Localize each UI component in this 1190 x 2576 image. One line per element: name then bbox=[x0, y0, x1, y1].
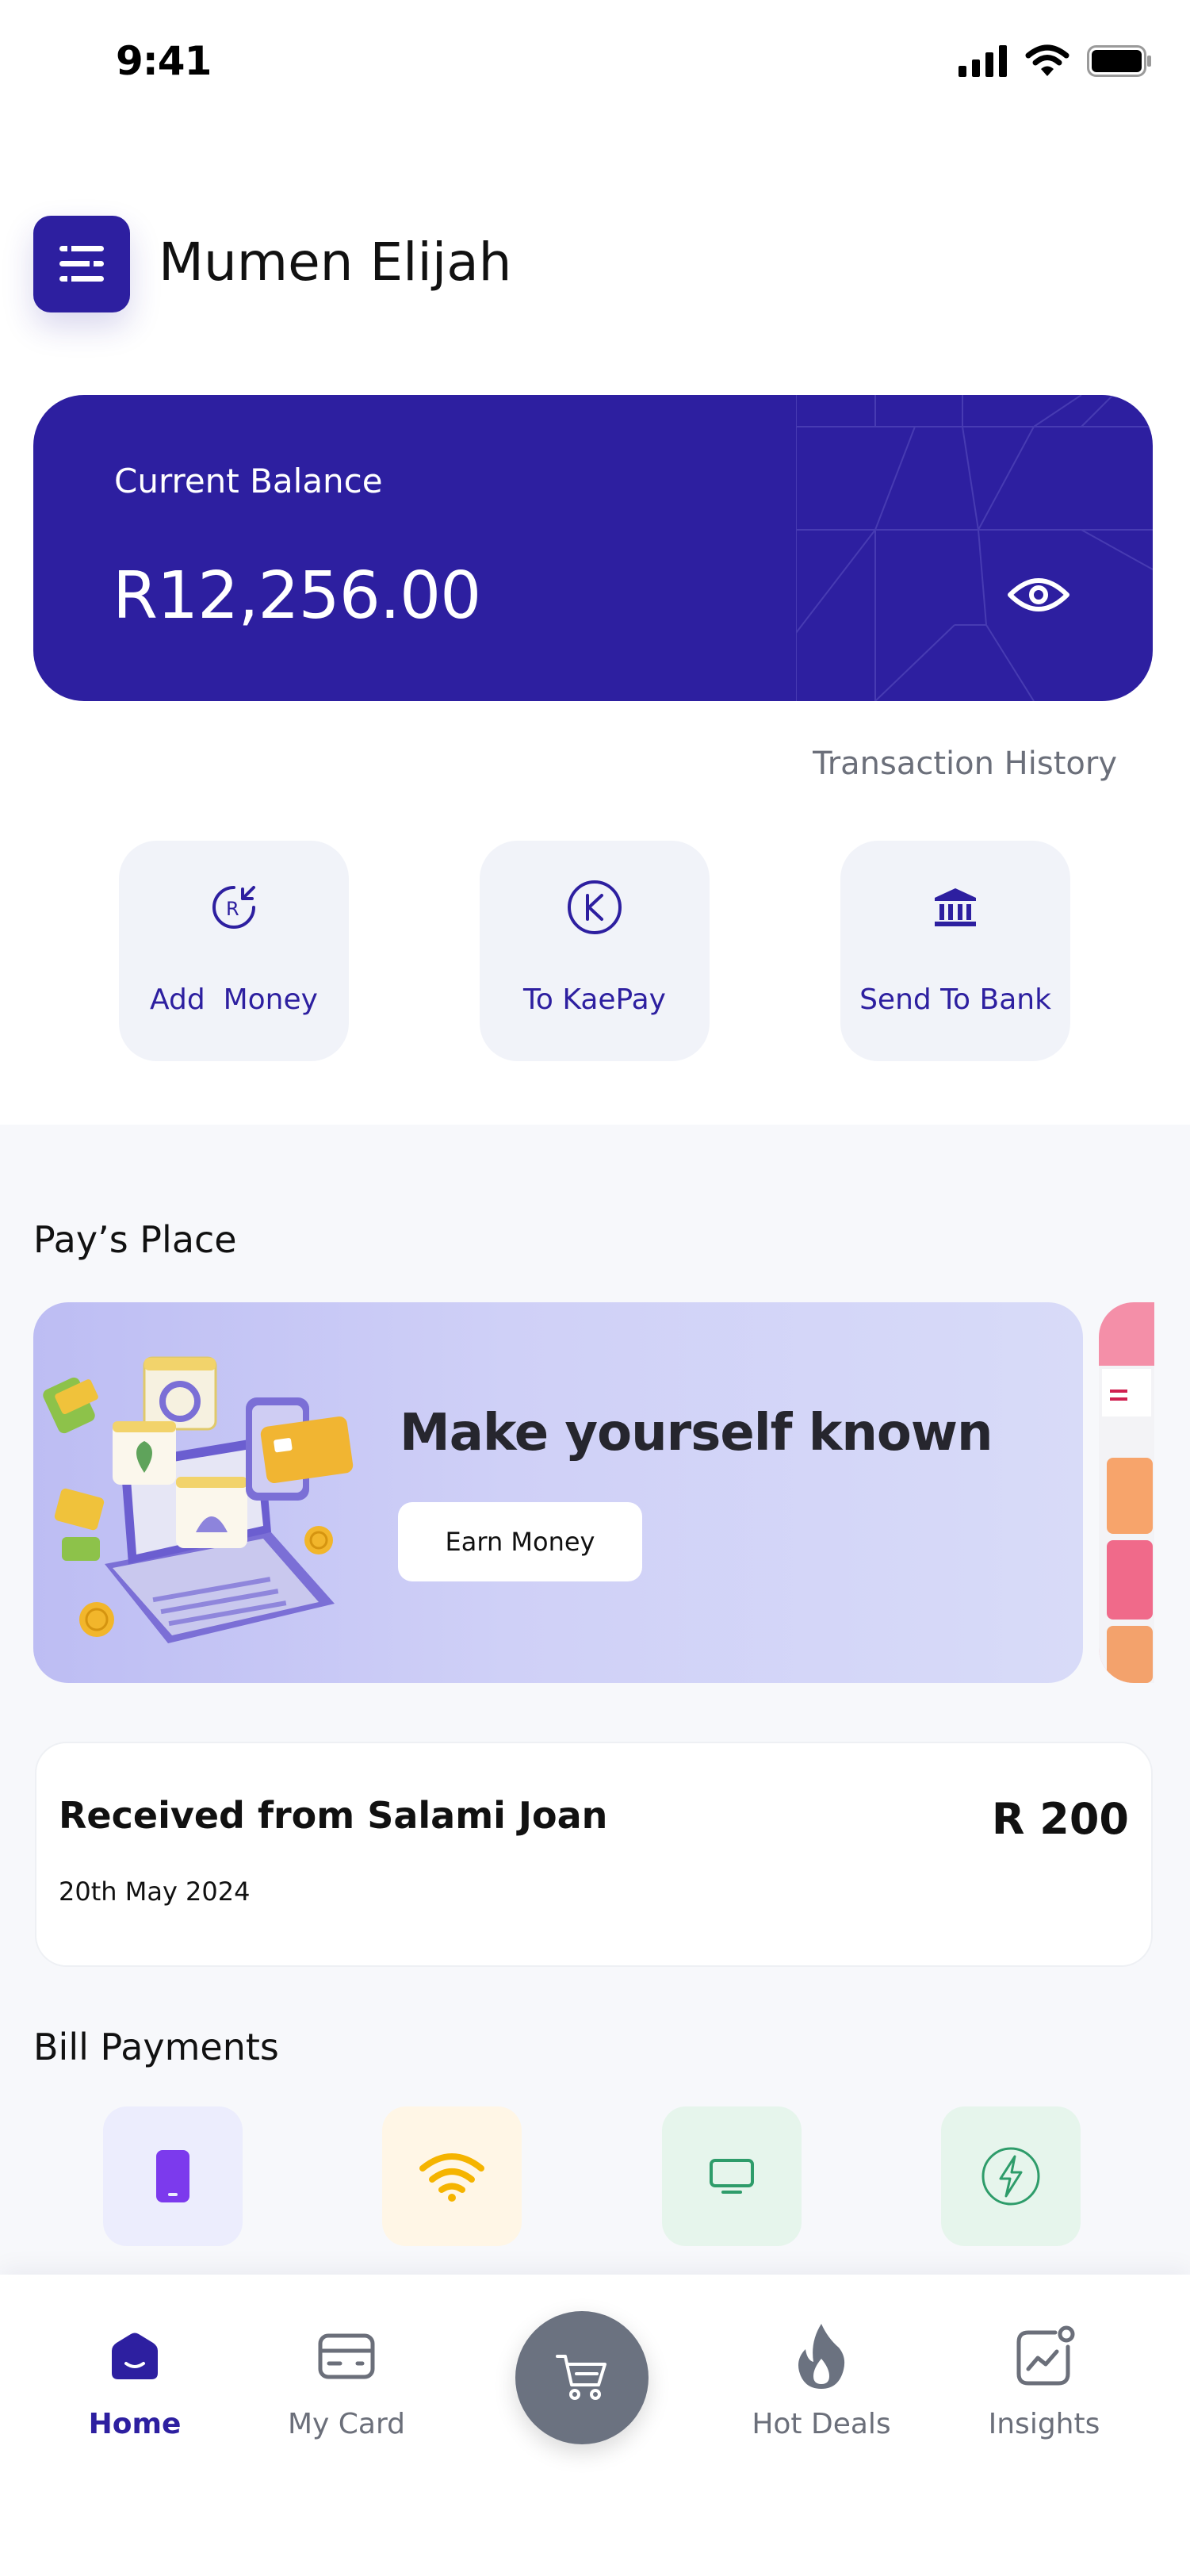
nav-hot-deals[interactable]: Hot Deals bbox=[730, 2321, 913, 2463]
bill-payments-title: Bill Payments bbox=[33, 2026, 279, 2068]
bill-internet-button[interactable] bbox=[382, 2106, 522, 2246]
nav-home[interactable]: Home bbox=[44, 2321, 226, 2463]
promo-banner-next[interactable] bbox=[1099, 1302, 1154, 1683]
eye-icon[interactable] bbox=[1007, 571, 1070, 619]
home-icon bbox=[99, 2321, 170, 2392]
nav-my-card-label: My Card bbox=[287, 2408, 406, 2440]
transaction-title: Received from Salami Joan bbox=[59, 1794, 608, 1837]
status-time: 9:41 bbox=[116, 38, 212, 84]
send-to-bank-button[interactable]: Send To Bank bbox=[840, 841, 1070, 1061]
nav-insights[interactable]: Insights bbox=[953, 2321, 1135, 2463]
bank-icon bbox=[924, 876, 987, 939]
wifi-icon bbox=[419, 2153, 484, 2202]
signal-icon bbox=[959, 45, 1007, 77]
content-section bbox=[0, 1125, 1190, 2275]
to-kaepay-button[interactable]: To KaePay bbox=[480, 841, 710, 1061]
balance-card: Current Balance R12,256.00 bbox=[33, 395, 1153, 701]
laptop-illustration bbox=[43, 1356, 354, 1643]
user-name: Mumen Elijah bbox=[159, 232, 512, 293]
phone-icon bbox=[156, 2150, 189, 2202]
earn-money-button[interactable]: Earn Money bbox=[398, 1502, 642, 1581]
cart-icon bbox=[556, 2355, 606, 2400]
bill-airtime-button[interactable] bbox=[103, 2106, 243, 2246]
promo-next-preview bbox=[1099, 1302, 1154, 1683]
nav-my-card[interactable]: My Card bbox=[255, 2321, 438, 2463]
electricity-icon bbox=[981, 2147, 1040, 2206]
promo-banner[interactable]: Make yourself known Earn Money bbox=[33, 1302, 1083, 1683]
tv-icon bbox=[710, 2159, 754, 2194]
send-to-bank-label: Send To Bank bbox=[859, 983, 1051, 1016]
bill-tv-button[interactable] bbox=[662, 2106, 802, 2246]
add-money-button[interactable]: R Add Money bbox=[119, 841, 349, 1061]
transaction-amount: R 200 bbox=[991, 1794, 1129, 1844]
cart-button[interactable] bbox=[515, 2311, 649, 2444]
recent-transaction-card[interactable]: Received from Salami Joan R 200 20th May… bbox=[35, 1742, 1153, 1967]
nav-home-label: Home bbox=[88, 2408, 182, 2440]
balance-label: Current Balance bbox=[114, 462, 383, 500]
menu-button[interactable] bbox=[33, 216, 130, 312]
battery-icon bbox=[1087, 45, 1151, 77]
nav-insights-label: Insights bbox=[988, 2408, 1100, 2440]
pays-place-title: Pay’s Place bbox=[33, 1218, 237, 1261]
status-icons bbox=[959, 44, 1152, 78]
bill-electricity-button[interactable] bbox=[941, 2106, 1081, 2246]
add-money-label: Add Money bbox=[150, 983, 318, 1016]
balance-amount: R12,256.00 bbox=[113, 558, 481, 634]
svg-text:R: R bbox=[226, 898, 239, 920]
to-kaepay-label: To KaePay bbox=[523, 983, 666, 1016]
transaction-date: 20th May 2024 bbox=[59, 1876, 251, 1907]
wifi-status-icon bbox=[1025, 44, 1069, 76]
promo-title: Make yourself known bbox=[400, 1404, 993, 1462]
add-money-icon: R bbox=[202, 876, 266, 939]
status-bar: 9:41 bbox=[0, 0, 1190, 127]
transaction-history-link[interactable]: Transaction History bbox=[813, 746, 1117, 782]
nav-hot-deals-label: Hot Deals bbox=[752, 2408, 891, 2440]
menu-icon bbox=[59, 246, 104, 282]
card-icon bbox=[311, 2321, 382, 2392]
card-pattern bbox=[796, 395, 1153, 701]
kaepay-icon bbox=[563, 876, 626, 939]
insights-icon bbox=[1008, 2321, 1080, 2392]
flame-icon bbox=[786, 2321, 857, 2392]
